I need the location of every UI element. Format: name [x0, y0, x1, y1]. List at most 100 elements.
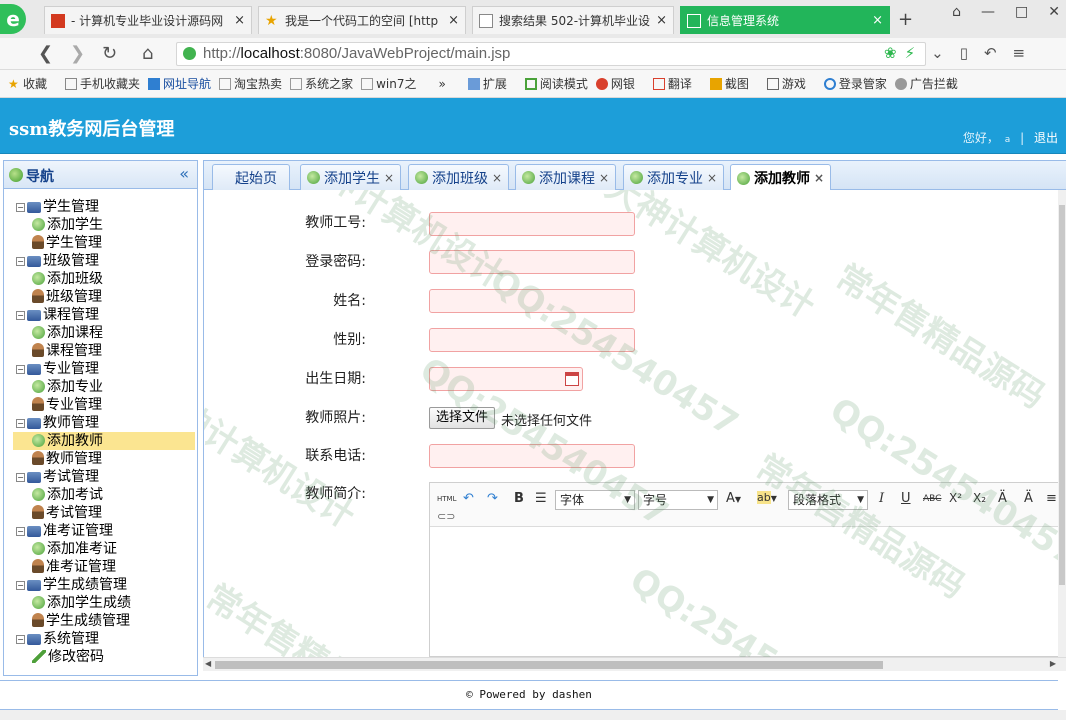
nav-item[interactable]: 添加考试 — [4, 486, 197, 504]
nav-item[interactable]: 添加学生成绩 — [4, 594, 197, 612]
login-manager[interactable]: 登录管家 — [823, 75, 887, 92]
close-tab-icon[interactable]: × — [599, 171, 609, 185]
nav-item[interactable]: 学生管理 — [4, 234, 197, 252]
font-increase-icon[interactable]: Ä — [998, 491, 1007, 506]
reload-icon[interactable]: ↻ — [102, 43, 117, 64]
collapse-toggle-icon[interactable]: − — [16, 419, 25, 428]
extensions-menu[interactable]: 扩展 — [467, 75, 507, 92]
forward-icon[interactable]: ❯ — [70, 43, 85, 64]
font-size-select[interactable]: 字号 ▼ — [638, 490, 718, 510]
minimize-icon[interactable]: — — [981, 4, 995, 20]
close-tab-icon[interactable]: × — [707, 171, 717, 185]
scroll-right-icon[interactable]: ▶ — [1050, 659, 1056, 668]
highlight-button[interactable]: ab▼ — [757, 491, 777, 504]
nav-item[interactable]: 课程管理 — [4, 342, 197, 360]
screenshot-menu[interactable]: 截图 — [709, 75, 749, 92]
nav-group[interactable]: − 准考证管理 — [4, 522, 197, 540]
italic-button[interactable]: I — [879, 491, 884, 506]
bookmark-favorites[interactable]: ★ 收藏 — [8, 75, 47, 92]
name-input[interactable] — [429, 289, 635, 313]
reader-mode[interactable]: 阅读模式 — [524, 75, 588, 92]
nav-item[interactable]: 添加准考证 — [4, 540, 197, 558]
ad-block[interactable]: 广告拦截 — [894, 75, 958, 92]
close-window-icon[interactable]: ✕ — [1048, 4, 1060, 20]
horizontal-scrollbar[interactable]: ◀ ▶ — [203, 657, 1066, 671]
undo-icon[interactable]: ↶ — [984, 44, 997, 62]
password-input[interactable] — [429, 250, 635, 274]
vertical-scrollbar[interactable] — [1058, 190, 1066, 657]
content-tab[interactable]: 起始页 — [212, 164, 290, 190]
redo-icon[interactable]: ↷ — [487, 491, 498, 506]
content-tab[interactable]: 添加专业 × — [623, 164, 725, 190]
html-source-button[interactable]: HTML — [437, 495, 456, 503]
birthday-input[interactable] — [429, 367, 583, 391]
nav-group[interactable]: − 系统管理 — [4, 630, 197, 648]
collapse-toggle-icon[interactable]: − — [16, 311, 25, 320]
bookmark-nav[interactable]: 网址导航 — [148, 75, 211, 92]
bank-menu[interactable]: 网银 — [595, 75, 635, 92]
maximize-icon[interactable]: □ — [1015, 4, 1028, 20]
content-tab[interactable]: 添加课程 × — [515, 164, 617, 190]
strikethrough-button[interactable]: ABC — [923, 494, 941, 504]
nav-item[interactable]: 班级管理 — [4, 288, 197, 306]
gender-input[interactable] — [429, 328, 635, 352]
browser-tab-4-active[interactable]: 信息管理系统 × — [680, 6, 890, 34]
back-icon[interactable]: ❮ — [38, 43, 53, 64]
choose-file-button[interactable]: 选择文件 — [429, 407, 496, 429]
nav-group[interactable]: − 教师管理 — [4, 414, 197, 432]
bookmark-win7[interactable]: win7之 — [361, 75, 416, 92]
rich-text-editor[interactable]: HTML ↶ ↷ B ☰ 字体 ▼ 字号 ▼ A▼ ab▼ 段落格式 ▼ I U AB… — [429, 482, 1058, 657]
close-tab-icon[interactable]: × — [656, 13, 667, 28]
browser-tab-1[interactable]: - 计算机专业毕业设计源码网 × — [44, 6, 252, 34]
nav-item[interactable]: 修改密码 — [4, 648, 197, 666]
nav-item[interactable]: 添加班级 — [4, 270, 197, 288]
bold-button[interactable]: B — [514, 491, 524, 506]
menu-icon[interactable]: ≡ — [1013, 44, 1026, 62]
logout-link[interactable]: 退出 — [1034, 131, 1058, 145]
collapse-panel-icon[interactable]: « — [179, 164, 189, 183]
subscript-button[interactable]: X₂ — [973, 491, 986, 505]
paragraph-format-select[interactable]: 段落格式 ▼ — [788, 490, 868, 510]
font-decrease-icon[interactable]: Ä — [1024, 491, 1033, 506]
close-tab-icon[interactable]: × — [492, 171, 502, 185]
nav-item[interactable]: 考试管理 — [4, 504, 197, 522]
close-tab-icon[interactable]: × — [448, 13, 459, 28]
browser-tab-3[interactable]: 搜索结果 502-计算机毕业设 × — [472, 6, 674, 34]
link-icon[interactable]: ⊂⊃ — [437, 510, 455, 523]
nav-item[interactable]: 教师管理 — [4, 450, 197, 468]
superscript-button[interactable]: X² — [949, 491, 962, 505]
nav-group[interactable]: − 课程管理 — [4, 306, 197, 324]
nav-item[interactable]: 专业管理 — [4, 396, 197, 414]
nav-group[interactable]: − 班级管理 — [4, 252, 197, 270]
scroll-left-icon[interactable]: ◀ — [205, 659, 211, 668]
bookmark-mobile[interactable]: 手机收藏夹 — [65, 75, 140, 92]
games-menu[interactable]: 游戏 — [766, 75, 806, 92]
collapse-toggle-icon[interactable]: − — [16, 527, 25, 536]
close-tab-icon[interactable]: × — [234, 13, 245, 28]
skin-icon[interactable]: ⌂ — [952, 4, 961, 20]
dropdown-chevron-icon[interactable]: ⌄ — [931, 44, 944, 62]
nav-item[interactable]: 添加课程 — [4, 324, 197, 342]
home-icon[interactable]: ⌂ — [142, 43, 153, 64]
collapse-toggle-icon[interactable]: − — [16, 257, 25, 266]
calendar-icon[interactable] — [565, 372, 579, 386]
clear-format-icon[interactable]: ☰ — [535, 491, 547, 506]
browser-tab-2[interactable]: ★ 我是一个代码工的空间 [http × — [258, 6, 466, 34]
bookmark-xitong[interactable]: 系统之家 — [290, 75, 353, 92]
collapse-toggle-icon[interactable]: − — [16, 581, 25, 590]
nav-item[interactable]: 准考证管理 — [4, 558, 197, 576]
new-tab-button[interactable]: + — [898, 9, 913, 30]
phone-input[interactable] — [429, 444, 635, 468]
url-input[interactable]: http://localhost:8080/JavaWebProject/mai… — [176, 42, 926, 66]
scrollbar-thumb[interactable] — [215, 661, 883, 669]
content-tab[interactable]: 添加班级 × — [408, 164, 510, 190]
nav-item[interactable]: 添加教师 — [13, 432, 195, 450]
collapse-toggle-icon[interactable]: − — [16, 203, 25, 212]
undo-icon[interactable]: ↶ — [463, 491, 474, 506]
collapse-toggle-icon[interactable]: − — [16, 635, 25, 644]
nav-group[interactable]: − 专业管理 — [4, 360, 197, 378]
nav-group[interactable]: − 考试管理 — [4, 468, 197, 486]
nav-group[interactable]: − 学生成绩管理 — [4, 576, 197, 594]
close-tab-icon[interactable]: × — [384, 171, 394, 185]
collapse-toggle-icon[interactable]: − — [16, 365, 25, 374]
